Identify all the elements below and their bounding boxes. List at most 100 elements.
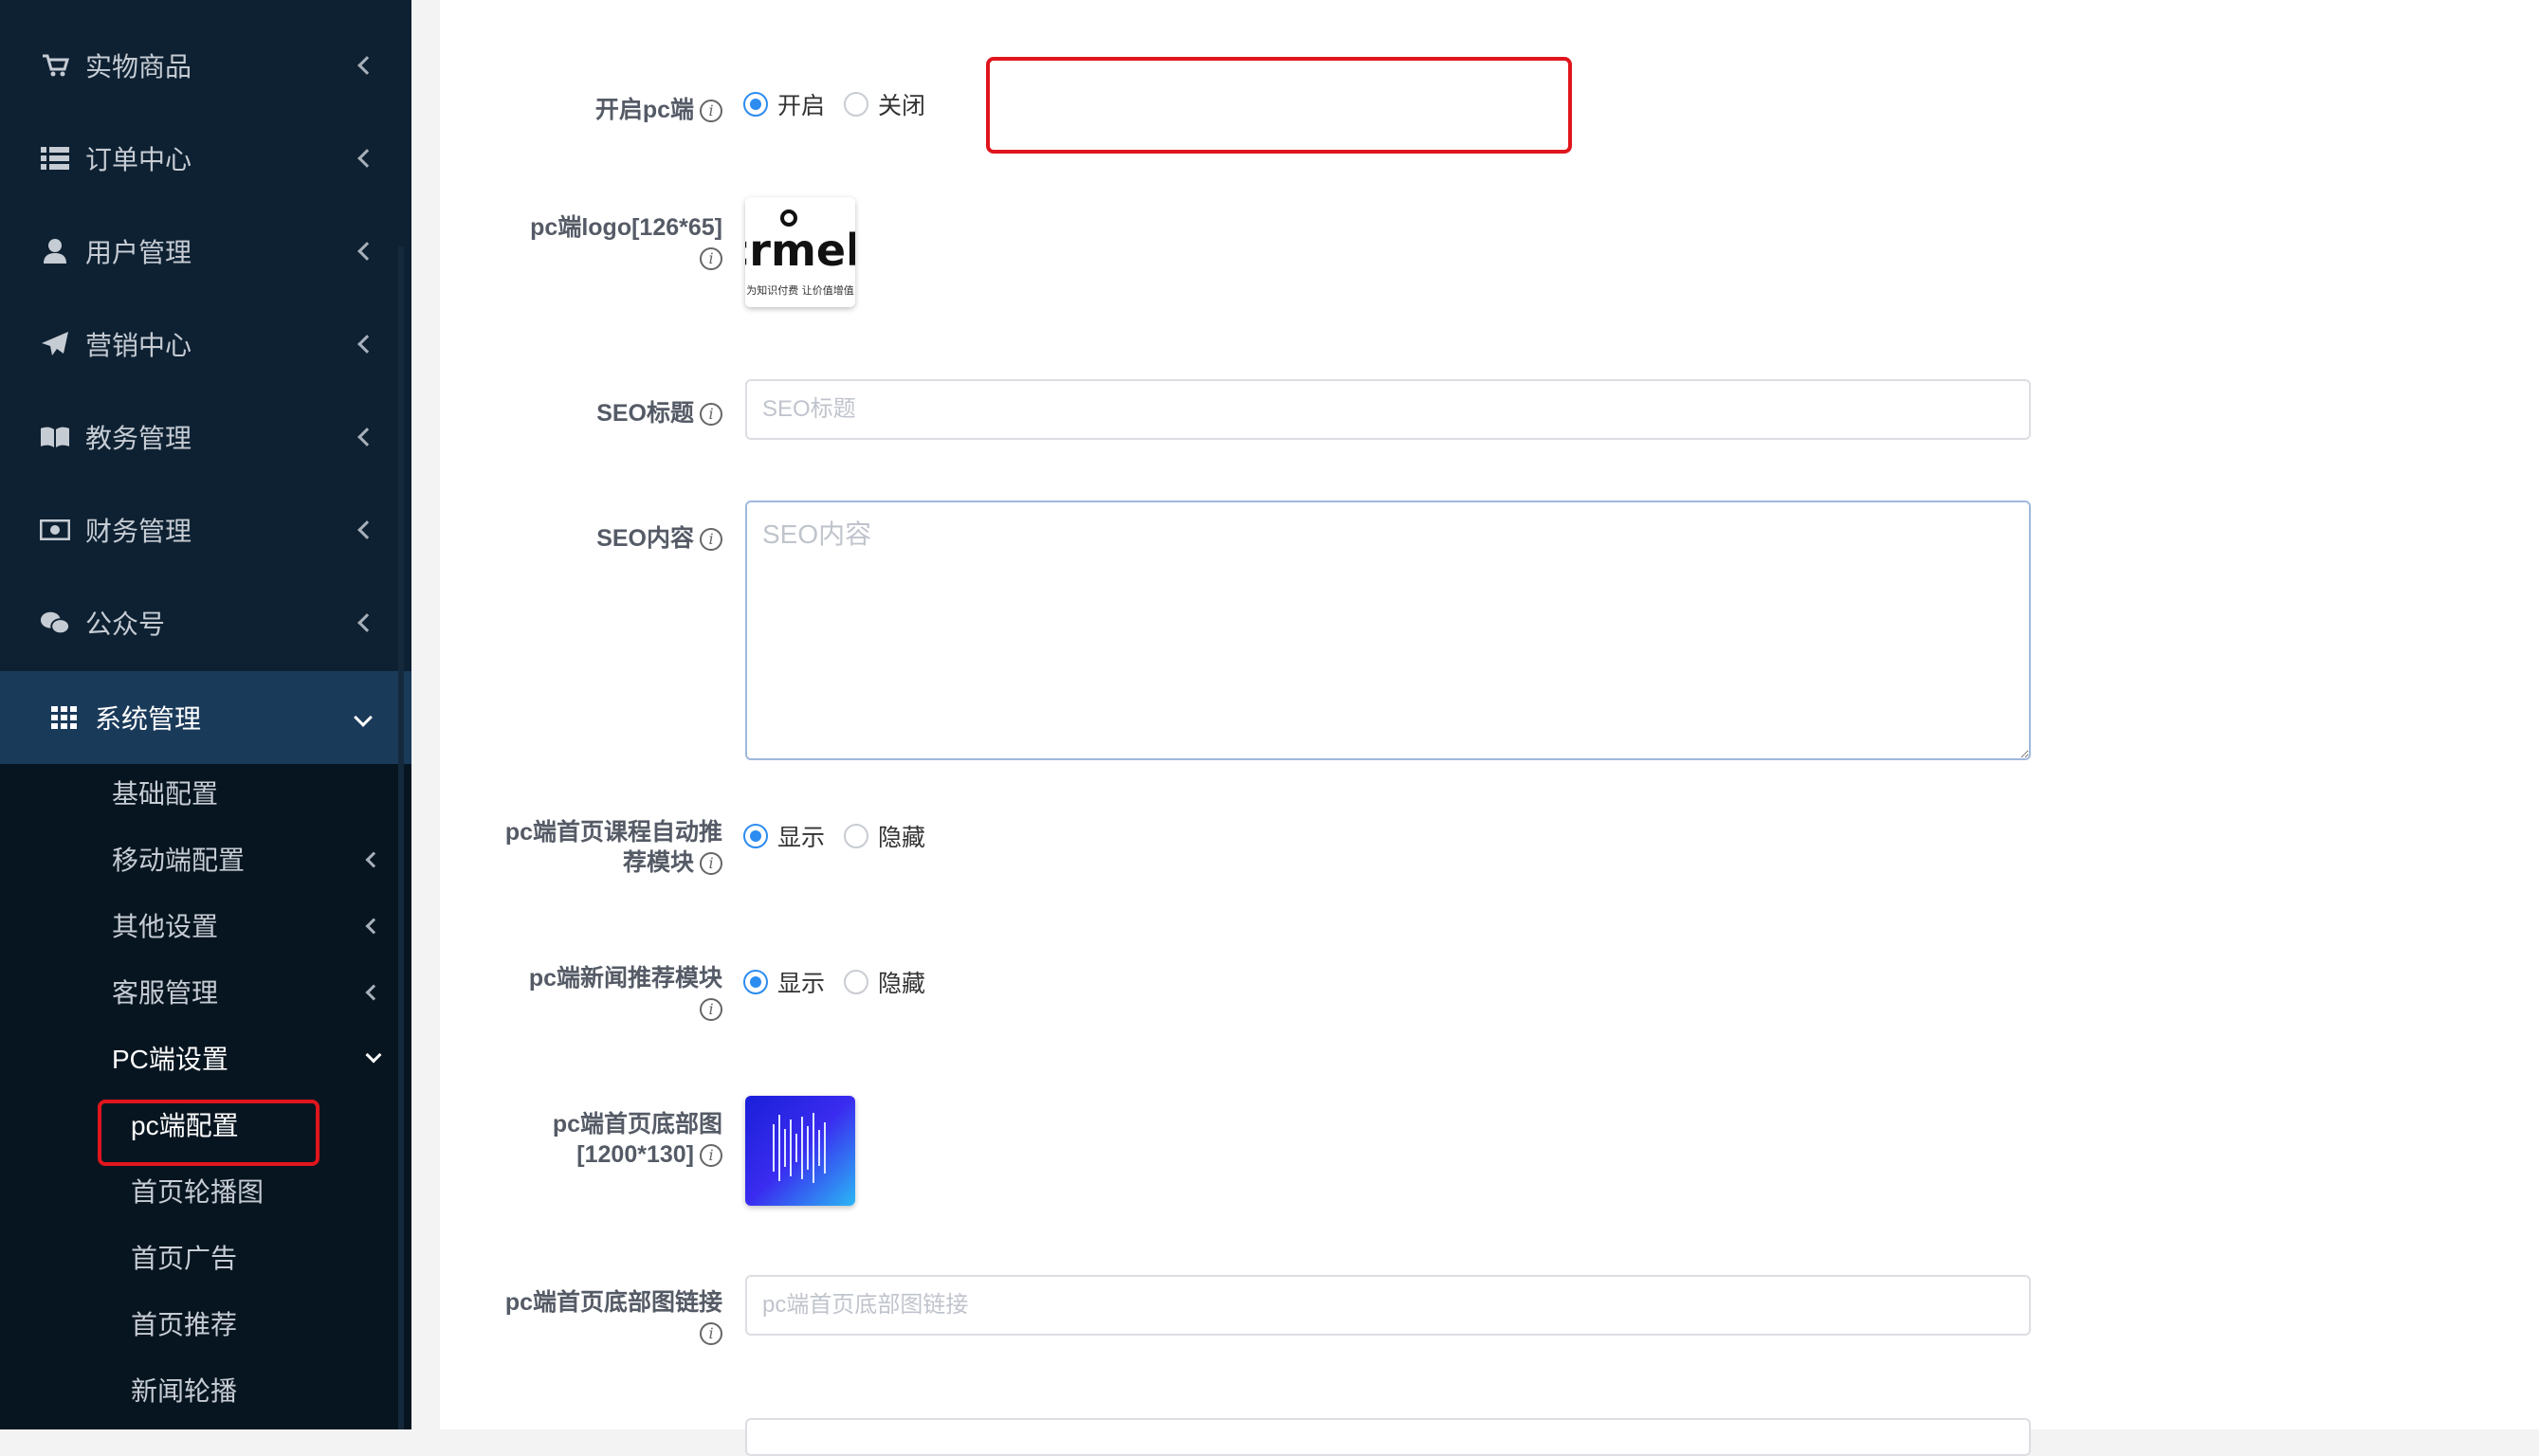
info-icon[interactable]: i <box>700 1322 722 1346</box>
footer-image-thumbnail[interactable] <box>745 1096 855 1206</box>
radio-dot <box>743 92 768 117</box>
sidebar-item-label: 教务管理 <box>85 424 192 453</box>
sidebar-subitem-home-ads[interactable]: 首页广告 <box>131 1235 377 1283</box>
seo-content-label: SEO内容 <box>596 525 694 552</box>
sidebar-item-users[interactable]: 用户管理 <box>0 205 411 298</box>
radio-show[interactable]: 显示 <box>743 819 825 853</box>
radio-label: 隐藏 <box>878 971 926 997</box>
field-label: pc端首页底部图链接 i <box>505 1287 722 1348</box>
news-recommend-radio-group: 显示 隐藏 <box>743 965 944 999</box>
sidebar-item-education[interactable]: 教务管理 <box>0 391 411 483</box>
sidebar-item-label: 营销中心 <box>85 331 192 360</box>
sidebar-item-label: 系统管理 <box>95 704 202 734</box>
sidebar-subitem-label: 基础配置 <box>112 779 219 809</box>
chevron-down-icon <box>365 1046 382 1064</box>
user-icon <box>40 236 70 266</box>
radio-label: 开启 <box>777 93 826 119</box>
auto-recommend-label-line2: 荐模块 <box>622 849 694 876</box>
sidebar-item-label: 订单中心 <box>85 145 192 174</box>
sidebar-subitem-label: 移动端配置 <box>112 846 246 875</box>
radio-hide[interactable]: 隐藏 <box>844 819 925 853</box>
radio-label: 显示 <box>777 971 826 997</box>
field-label: pc端新闻推荐模块 i <box>529 963 722 1024</box>
sidebar-subitem-label: 其他设置 <box>112 912 219 941</box>
chevron-left-icon <box>357 242 376 261</box>
sidebar-item-label: 实物商品 <box>85 52 192 82</box>
radio-dot <box>844 92 869 117</box>
chevron-left-icon <box>357 335 376 354</box>
auto-recommend-label-line1: pc端首页课程自动推 <box>504 819 722 846</box>
radio-dot <box>844 970 869 994</box>
logo-subtext: 为知识付费 让价值增值 <box>746 283 854 297</box>
chevron-left-icon <box>357 56 376 75</box>
chevron-left-icon <box>357 613 376 632</box>
news-recommend-label: pc端新闻推荐模块 <box>528 965 722 992</box>
radio-dot <box>743 824 768 848</box>
sidebar-subitem-label: 首页广告 <box>131 1244 238 1273</box>
sidebar-item-finance[interactable]: 财务管理 <box>0 483 411 576</box>
radio-disable[interactable]: 关闭 <box>844 87 925 121</box>
sidebar-item-label: 财务管理 <box>85 517 192 546</box>
seo-title-label: SEO标题 <box>596 400 694 427</box>
highlight-box-enable-pc <box>986 57 1572 154</box>
field-label: SEO内容 i <box>596 523 722 554</box>
sidebar-item-physical-goods[interactable]: 实物商品 <box>0 19 411 112</box>
highlight-box-pc-config <box>98 1100 320 1166</box>
cart-icon <box>40 50 70 81</box>
pc-logo-image[interactable]: crmeb 为知识付费 让价值增值 <box>745 197 855 307</box>
sidebar-subitem-pc-settings[interactable]: PC端设置 <box>112 1036 396 1083</box>
sidebar-subitem-basic-config[interactable]: 基础配置 <box>112 771 396 818</box>
chevron-left-icon <box>365 918 382 935</box>
sidebar-subitem-label: 首页轮播图 <box>131 1177 265 1207</box>
sidebar-subitem-other-settings[interactable]: 其他设置 <box>112 903 396 951</box>
sidebar-subitem-customer-service[interactable]: 客服管理 <box>112 970 396 1017</box>
footer-link-input[interactable] <box>745 1275 2031 1336</box>
sidebar-item-system[interactable]: 系统管理 <box>0 671 411 764</box>
radio-hide[interactable]: 隐藏 <box>844 965 925 999</box>
book-icon <box>40 422 70 452</box>
chevron-left-icon <box>365 984 382 1001</box>
radio-dot <box>743 970 768 994</box>
next-field-input[interactable] <box>745 1418 2031 1456</box>
sidebar: 实物商品 订单中心 用户管理 营销中心 教务管理 财务管理 公众号 系统管理 基… <box>0 0 411 1429</box>
field-label: pc端logo[126*65] i <box>440 212 722 273</box>
sidebar-subitem-label: 首页推荐 <box>131 1310 238 1339</box>
info-icon[interactable]: i <box>700 247 722 271</box>
seo-content-textarea[interactable] <box>745 500 2031 760</box>
content-gutter <box>411 0 440 1429</box>
radio-label: 隐藏 <box>878 825 926 851</box>
chevron-left-icon <box>357 520 376 539</box>
list-icon <box>40 143 70 173</box>
sidebar-subitem-home-recommend[interactable]: 首页推荐 <box>131 1301 377 1349</box>
logo-text: crmeb <box>745 225 855 276</box>
sidebar-item-wechat[interactable]: 公众号 <box>0 576 411 669</box>
info-icon[interactable]: i <box>700 403 722 427</box>
info-icon[interactable]: i <box>700 852 722 876</box>
info-icon[interactable]: i <box>700 1144 722 1168</box>
sidebar-item-label: 用户管理 <box>85 238 192 267</box>
sidebar-subitem-label: 客服管理 <box>112 978 219 1008</box>
sidebar-subitem-news-carousel[interactable]: 新闻轮播 <box>131 1368 377 1415</box>
sidebar-subitem-label: PC端设置 <box>112 1045 228 1074</box>
sidebar-scrollbar[interactable] <box>398 246 404 1429</box>
main-content: 开启pc端 i 开启 关闭 pc端logo[126*65] i crmeb 为知识付… <box>440 0 2539 1456</box>
enable-pc-label: 开启pc端 <box>594 97 694 123</box>
grid-icon <box>49 702 80 733</box>
radio-dot <box>844 824 869 848</box>
field-label: 开启pc端 i <box>595 95 722 125</box>
radio-label: 显示 <box>777 825 826 851</box>
sidebar-item-orders[interactable]: 订单中心 <box>0 112 411 205</box>
chevron-down-icon <box>354 708 373 727</box>
info-icon[interactable]: i <box>700 100 722 123</box>
chevron-left-icon <box>365 851 382 868</box>
info-icon[interactable]: i <box>700 528 722 552</box>
chevron-left-icon <box>357 149 376 168</box>
sidebar-subitem-home-carousel[interactable]: 首页轮播图 <box>131 1169 377 1216</box>
sidebar-item-marketing[interactable]: 营销中心 <box>0 298 411 391</box>
radio-show[interactable]: 显示 <box>743 965 825 999</box>
sidebar-subitem-mobile-config[interactable]: 移动端配置 <box>112 837 396 884</box>
info-icon[interactable]: i <box>700 998 722 1022</box>
money-icon <box>40 515 70 545</box>
radio-enable[interactable]: 开启 <box>743 87 825 121</box>
seo-title-input[interactable] <box>745 379 2031 440</box>
